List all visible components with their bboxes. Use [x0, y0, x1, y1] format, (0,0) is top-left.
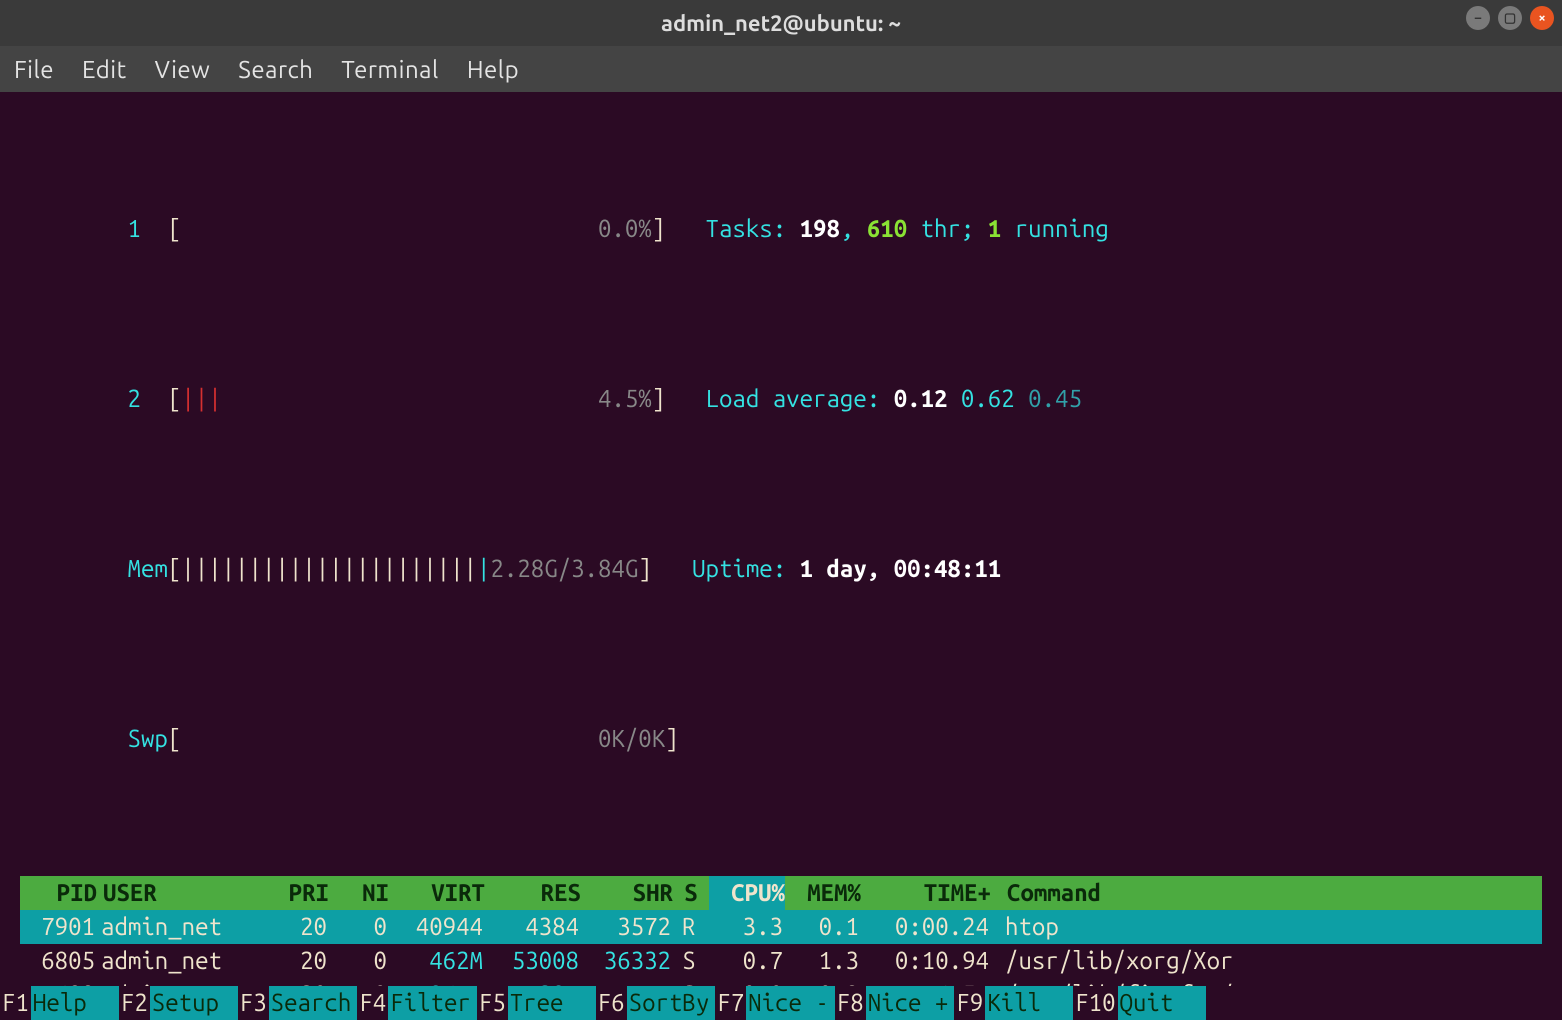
menu-file[interactable]: File [14, 56, 54, 83]
load-5: 0.62 [961, 385, 1015, 412]
cell-shr: 36332 [579, 944, 671, 978]
fkey-f5: F5 [477, 986, 508, 1020]
cell-user: admin_net [101, 910, 261, 944]
maximize-button[interactable]: ▢ [1498, 6, 1522, 30]
uptime-value: 1 day, 00:48:11 [800, 555, 1002, 582]
fkey-f9: F9 [954, 986, 985, 1020]
cell-mem: 1.3 [783, 944, 859, 978]
uptime-label: Uptime: [692, 555, 800, 582]
fkey-f4: F4 [357, 986, 388, 1020]
menu-view[interactable]: View [155, 56, 211, 83]
cell-res: 53008 [483, 944, 579, 978]
cell-res: 4384 [483, 910, 579, 944]
menu-bar: File Edit View Search Terminal Help [0, 46, 1562, 92]
col-virt[interactable]: VIRT [389, 876, 485, 910]
tasks-running: 1 [988, 215, 1001, 242]
fkey-f10: F10 [1073, 986, 1117, 1020]
window-title: admin_net2@ubuntu: ~ [661, 11, 901, 36]
fkey-f8: F8 [835, 986, 866, 1020]
swap-label: Swp [128, 725, 168, 752]
col-pid[interactable]: PID [22, 876, 103, 910]
col-command[interactable]: Command [991, 876, 1540, 910]
menu-search[interactable]: Search [238, 56, 313, 83]
cell-shr: 3572 [579, 910, 671, 944]
cell-user: admin_net [101, 944, 261, 978]
swap-value: 0K/0K [598, 725, 665, 752]
process-header[interactable]: PID USER PRI NI VIRT RES SHR S CPU% MEM%… [20, 876, 1542, 910]
col-user[interactable]: USER [103, 876, 263, 910]
fkey-f2: F2 [119, 986, 150, 1020]
load-label: Load average: [706, 385, 894, 412]
menu-edit[interactable]: Edit [82, 56, 127, 83]
col-time[interactable]: TIME+ [861, 876, 991, 910]
cell-pid: 7901 [20, 910, 101, 944]
load-15: 0.45 [1028, 385, 1082, 412]
tasks-total: 198 [800, 215, 840, 242]
cell-cpu: 0.7 [707, 944, 783, 978]
col-res[interactable]: RES [485, 876, 581, 910]
cpu1-label: 1 [128, 215, 141, 242]
cell-pri: 20 [261, 910, 327, 944]
minimize-button[interactable]: – [1466, 6, 1490, 30]
cell-command: /usr/lib/xorg/Xor [989, 944, 1542, 978]
terminal-area[interactable]: 1 [ 0.0%] Tasks: 198, 610 thr; 1 running… [0, 92, 1562, 1020]
cell-virt: 462M [387, 944, 483, 978]
cell-state: S [671, 944, 707, 978]
function-key-bar: F1HelpF2SetupF3SearchF4FilterF5TreeF6Sor… [0, 986, 1562, 1020]
tasks-threads: 610 [867, 215, 907, 242]
cell-mem: 0.1 [783, 910, 859, 944]
col-shr[interactable]: SHR [581, 876, 673, 910]
htop-header: 1 [ 0.0%] Tasks: 198, 610 thr; 1 running… [20, 110, 1542, 858]
cell-ni: 0 [327, 944, 387, 978]
close-button[interactable]: × [1530, 6, 1554, 30]
cell-ni: 0 [327, 910, 387, 944]
cell-pid: 6805 [20, 944, 101, 978]
fkey-label-quit[interactable]: Quit [1118, 986, 1206, 1020]
cell-state: R [671, 910, 707, 944]
mem-label: Mem [128, 555, 168, 582]
fkey-f3: F3 [238, 986, 269, 1020]
process-row[interactable]: 6805admin_net200462M5300836332S0.71.30:1… [20, 944, 1542, 978]
fkey-f1: F1 [0, 986, 31, 1020]
cpu1-value: 0.0% [598, 215, 652, 242]
cell-time: 0:00.24 [859, 910, 989, 944]
fkey-label-nice[interactable]: Nice - [746, 986, 835, 1020]
load-1: 0.12 [894, 385, 948, 412]
cell-time: 0:10.94 [859, 944, 989, 978]
fkey-label-help[interactable]: Help [31, 986, 119, 1020]
fkey-label-sortby[interactable]: SortBy [627, 986, 716, 1020]
cell-virt: 40944 [387, 910, 483, 944]
col-cpu[interactable]: CPU% [709, 876, 785, 910]
fkey-label-search[interactable]: Search [269, 986, 358, 1020]
fkey-label-tree[interactable]: Tree [508, 986, 596, 1020]
mem-value: 2.28G/3.84G [490, 555, 638, 582]
cell-cpu: 3.3 [707, 910, 783, 944]
col-state[interactable]: S [673, 876, 709, 910]
fkey-label-kill[interactable]: Kill [985, 986, 1073, 1020]
process-row[interactable]: 7901admin_net2004094443843572R3.30.10:00… [20, 910, 1542, 944]
col-mem[interactable]: MEM% [785, 876, 861, 910]
cpu2-value: 4.5% [598, 385, 652, 412]
cell-pri: 20 [261, 944, 327, 978]
menu-terminal[interactable]: Terminal [341, 56, 438, 83]
window-titlebar: admin_net2@ubuntu: ~ – ▢ × [0, 0, 1562, 46]
cpu2-label: 2 [128, 385, 141, 412]
menu-help[interactable]: Help [467, 56, 519, 83]
fkey-f6: F6 [596, 986, 627, 1020]
fkey-label-setup[interactable]: Setup [150, 986, 238, 1020]
tasks-label: Tasks: [706, 215, 800, 242]
col-pri[interactable]: PRI [263, 876, 329, 910]
col-ni[interactable]: NI [329, 876, 389, 910]
fkey-f7: F7 [715, 986, 746, 1020]
fkey-label-nice[interactable]: Nice + [866, 986, 955, 1020]
cell-command: htop [989, 910, 1542, 944]
fkey-label-filter[interactable]: Filter [388, 986, 477, 1020]
